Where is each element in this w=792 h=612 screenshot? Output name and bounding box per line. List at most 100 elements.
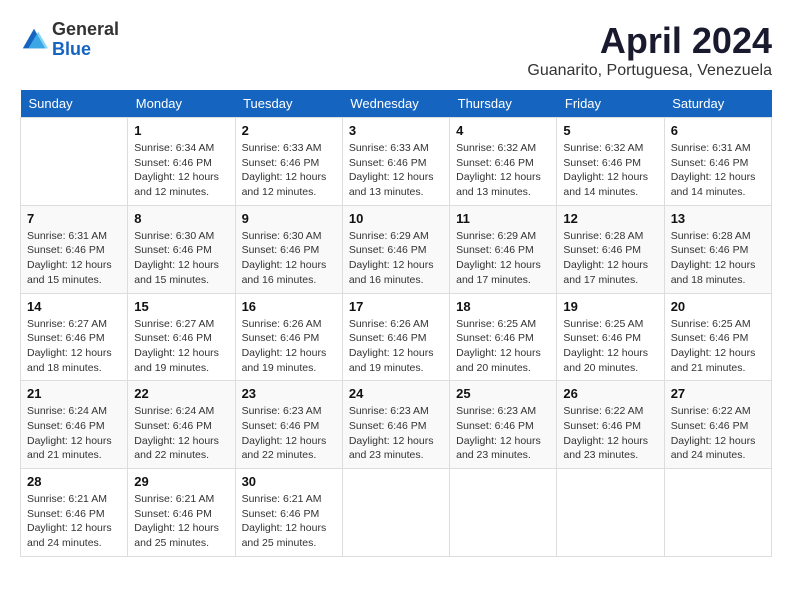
day-number: 11 xyxy=(456,211,550,226)
day-info: Sunrise: 6:25 AM Sunset: 6:46 PM Dayligh… xyxy=(671,317,765,376)
calendar-cell: 19Sunrise: 6:25 AM Sunset: 6:46 PM Dayli… xyxy=(557,293,664,381)
day-number: 28 xyxy=(27,474,121,489)
day-info: Sunrise: 6:28 AM Sunset: 6:46 PM Dayligh… xyxy=(671,229,765,288)
calendar-week-row: 21 Sunrise: 6:24 AM Sunset: 6:46 PM Dayli… xyxy=(21,381,772,469)
weekday-header-thursday: Thursday xyxy=(450,90,557,118)
location-subtitle: Guanarito, Portuguesa, Venezuela xyxy=(527,62,772,80)
calendar-cell: 4 Sunrise: 6:32 AM Sunset: 6:46 PM Daylig… xyxy=(450,118,557,206)
day-info: Sunrise: 6:23 AM Sunset: 6:46 PM Dayligh… xyxy=(349,404,443,463)
calendar-table: SundayMondayTuesdayWednesdayThursdayFrid… xyxy=(20,90,772,557)
calendar-cell: 5 Sunrise: 6:32 AM Sunset: 6:46 PM Daylig… xyxy=(557,118,664,206)
calendar-cell: 26 Sunrise: 6:22 AM Sunset: 6:46 PM Dayli… xyxy=(557,381,664,469)
title-block: April 2024 Guanarito, Portuguesa, Venezu… xyxy=(527,20,772,80)
day-info: Sunrise: 6:23 AM Sunset: 6:46 PM Dayligh… xyxy=(242,404,336,463)
day-info: Sunrise: 6:32 AM Sunset: 6:46 PM Dayligh… xyxy=(563,141,657,200)
day-info: Sunrise: 6:33 AM Sunset: 6:46 PM Dayligh… xyxy=(349,141,443,200)
logo-blue-text: Blue xyxy=(52,40,119,60)
calendar-cell: 18 Sunrise: 6:25 AM Sunset: 6:46 PM Dayli… xyxy=(450,293,557,381)
day-info: Sunrise: 6:31 AM Sunset: 6:46 PM Dayligh… xyxy=(671,141,765,200)
calendar-cell: 28 Sunrise: 6:21 AM Sunset: 6:46 PM Dayli… xyxy=(21,469,128,557)
day-number: 1 xyxy=(134,123,228,138)
weekday-header-friday: Friday xyxy=(557,90,664,118)
day-number: 10 xyxy=(349,211,443,226)
day-info: Sunrise: 6:24 AM Sunset: 6:46 PM Dayligh… xyxy=(134,404,228,463)
day-number: 30 xyxy=(242,474,336,489)
day-info: Sunrise: 6:25 AM Sunset: 6:46 PM Dayligh… xyxy=(456,317,550,376)
day-number: 13 xyxy=(671,211,765,226)
weekday-header-wednesday: Wednesday xyxy=(342,90,449,118)
calendar-cell xyxy=(557,469,664,557)
day-info: Sunrise: 6:34 AM Sunset: 6:46 PM Dayligh… xyxy=(134,141,228,200)
calendar-cell: 27Sunrise: 6:22 AM Sunset: 6:46 PM Dayli… xyxy=(664,381,771,469)
calendar-cell: 6Sunrise: 6:31 AM Sunset: 6:46 PM Daylig… xyxy=(664,118,771,206)
weekday-header-saturday: Saturday xyxy=(664,90,771,118)
weekday-header-tuesday: Tuesday xyxy=(235,90,342,118)
calendar-cell: 10Sunrise: 6:29 AM Sunset: 6:46 PM Dayli… xyxy=(342,205,449,293)
calendar-cell: 21 Sunrise: 6:24 AM Sunset: 6:46 PM Dayli… xyxy=(21,381,128,469)
calendar-cell: 30Sunrise: 6:21 AM Sunset: 6:46 PM Dayli… xyxy=(235,469,342,557)
day-number: 5 xyxy=(563,123,657,138)
calendar-cell: 17 Sunrise: 6:26 AM Sunset: 6:46 PM Dayli… xyxy=(342,293,449,381)
day-info: Sunrise: 6:26 AM Sunset: 6:46 PM Dayligh… xyxy=(349,317,443,376)
day-number: 29 xyxy=(134,474,228,489)
day-number: 4 xyxy=(456,123,550,138)
day-number: 3 xyxy=(349,123,443,138)
day-number: 8 xyxy=(134,211,228,226)
day-info: Sunrise: 6:22 AM Sunset: 6:46 PM Dayligh… xyxy=(671,404,765,463)
day-number: 25 xyxy=(456,386,550,401)
calendar-week-row: 14 Sunrise: 6:27 AM Sunset: 6:46 PM Dayli… xyxy=(21,293,772,381)
calendar-cell: 1 Sunrise: 6:34 AM Sunset: 6:46 PM Daylig… xyxy=(128,118,235,206)
day-number: 24 xyxy=(349,386,443,401)
day-info: Sunrise: 6:23 AM Sunset: 6:46 PM Dayligh… xyxy=(456,404,550,463)
calendar-cell: 9Sunrise: 6:30 AM Sunset: 6:46 PM Daylig… xyxy=(235,205,342,293)
day-number: 16 xyxy=(242,299,336,314)
calendar-cell: 13 Sunrise: 6:28 AM Sunset: 6:46 PM Dayli… xyxy=(664,205,771,293)
calendar-cell: 16Sunrise: 6:26 AM Sunset: 6:46 PM Dayli… xyxy=(235,293,342,381)
day-info: Sunrise: 6:22 AM Sunset: 6:46 PM Dayligh… xyxy=(563,404,657,463)
day-number: 12 xyxy=(563,211,657,226)
day-number: 17 xyxy=(349,299,443,314)
logo-icon xyxy=(20,26,48,54)
calendar-cell: 2Sunrise: 6:33 AM Sunset: 6:46 PM Daylig… xyxy=(235,118,342,206)
calendar-cell xyxy=(342,469,449,557)
day-info: Sunrise: 6:25 AM Sunset: 6:46 PM Dayligh… xyxy=(563,317,657,376)
calendar-cell: 24 Sunrise: 6:23 AM Sunset: 6:46 PM Dayli… xyxy=(342,381,449,469)
calendar-cell xyxy=(21,118,128,206)
day-number: 26 xyxy=(563,386,657,401)
day-info: Sunrise: 6:32 AM Sunset: 6:46 PM Dayligh… xyxy=(456,141,550,200)
day-number: 18 xyxy=(456,299,550,314)
day-number: 23 xyxy=(242,386,336,401)
day-number: 20 xyxy=(671,299,765,314)
page-header: General Blue April 2024 Guanarito, Portu… xyxy=(20,20,772,80)
calendar-cell: 11 Sunrise: 6:29 AM Sunset: 6:46 PM Dayli… xyxy=(450,205,557,293)
weekday-header-monday: Monday xyxy=(128,90,235,118)
day-number: 2 xyxy=(242,123,336,138)
day-number: 21 xyxy=(27,386,121,401)
calendar-cell: 14 Sunrise: 6:27 AM Sunset: 6:46 PM Dayli… xyxy=(21,293,128,381)
day-number: 14 xyxy=(27,299,121,314)
calendar-cell: 8 Sunrise: 6:30 AM Sunset: 6:46 PM Daylig… xyxy=(128,205,235,293)
day-info: Sunrise: 6:28 AM Sunset: 6:46 PM Dayligh… xyxy=(563,229,657,288)
day-info: Sunrise: 6:29 AM Sunset: 6:46 PM Dayligh… xyxy=(456,229,550,288)
day-info: Sunrise: 6:21 AM Sunset: 6:46 PM Dayligh… xyxy=(134,492,228,551)
day-info: Sunrise: 6:30 AM Sunset: 6:46 PM Dayligh… xyxy=(242,229,336,288)
calendar-cell: 25 Sunrise: 6:23 AM Sunset: 6:46 PM Dayli… xyxy=(450,381,557,469)
calendar-cell: 3 Sunrise: 6:33 AM Sunset: 6:46 PM Daylig… xyxy=(342,118,449,206)
day-info: Sunrise: 6:27 AM Sunset: 6:46 PM Dayligh… xyxy=(27,317,121,376)
day-info: Sunrise: 6:30 AM Sunset: 6:46 PM Dayligh… xyxy=(134,229,228,288)
calendar-cell: 20 Sunrise: 6:25 AM Sunset: 6:46 PM Dayli… xyxy=(664,293,771,381)
weekday-header-sunday: Sunday xyxy=(21,90,128,118)
day-number: 15 xyxy=(134,299,228,314)
day-info: Sunrise: 6:21 AM Sunset: 6:46 PM Dayligh… xyxy=(27,492,121,551)
logo-general: General xyxy=(52,20,119,40)
calendar-cell: 23 Sunrise: 6:23 AM Sunset: 6:46 PM Dayli… xyxy=(235,381,342,469)
weekday-header-row: SundayMondayTuesdayWednesdayThursdayFrid… xyxy=(21,90,772,118)
day-info: Sunrise: 6:31 AM Sunset: 6:46 PM Dayligh… xyxy=(27,229,121,288)
calendar-cell: 12 Sunrise: 6:28 AM Sunset: 6:46 PM Dayli… xyxy=(557,205,664,293)
calendar-cell: 7Sunrise: 6:31 AM Sunset: 6:46 PM Daylig… xyxy=(21,205,128,293)
calendar-cell: 22Sunrise: 6:24 AM Sunset: 6:46 PM Dayli… xyxy=(128,381,235,469)
calendar-cell xyxy=(450,469,557,557)
day-info: Sunrise: 6:24 AM Sunset: 6:46 PM Dayligh… xyxy=(27,404,121,463)
logo-text: General Blue xyxy=(52,20,119,60)
calendar-week-row: 7Sunrise: 6:31 AM Sunset: 6:46 PM Daylig… xyxy=(21,205,772,293)
